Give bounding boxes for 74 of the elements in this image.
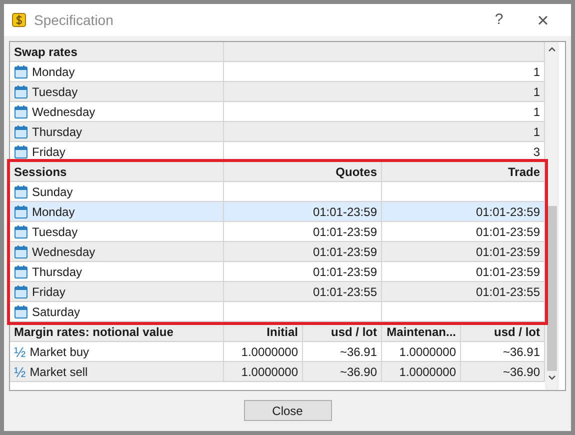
table-cell-text: 1.0000000 [399,344,456,360]
table-cell-text: ~36.90 [340,364,377,380]
table-cell-text: 01:01-23:59 [476,244,540,260]
row-label: Thursday [32,264,82,280]
table-cell-text: ~36.91 [340,344,377,360]
calendar-icon [14,104,28,118]
table-cell-text: ~36.90 [502,364,540,380]
row-label: Wednesday [32,104,96,120]
table-cell-text: 01:01-23:59 [476,264,540,280]
row-label: Thursday [32,124,82,140]
section-title: Swap rates [14,44,78,60]
column-header: Trade [508,164,540,180]
session-row[interactable]: Monday 01:01-23:59 01:01-23:59 [10,202,545,222]
row-label: Saturday [32,304,80,320]
session-row[interactable]: Thursday 01:01-23:59 01:01-23:59 [10,262,545,282]
row-label: Tuesday [32,84,78,100]
row-label: Monday [32,204,75,220]
scrollbar[interactable] [545,42,559,390]
table-cell-text: 1 [533,64,540,80]
row-label: Monday [32,64,75,80]
table-cell-text: 01:01-23:55 [476,284,540,300]
table-cell-text: 01:01-23:59 [312,224,377,240]
section-title: Sessions [14,164,67,180]
column-header: Initial [266,324,298,340]
help-button[interactable]: ? [483,6,515,34]
fraction-icon: ½ [14,364,26,378]
dollar-icon [12,13,26,27]
calendar-icon [14,264,28,278]
close-dialog-button[interactable]: Close [244,400,332,421]
section-title: Margin rates: notional value [14,324,174,340]
session-row[interactable]: Tuesday 01:01-23:59 01:01-23:59 [10,222,545,242]
calendar-icon [14,64,28,78]
row-label: Sunday [32,184,73,200]
row-label: Friday [32,284,66,300]
session-row[interactable]: Sunday [10,182,545,202]
calendar-icon [14,184,28,198]
table-cell-text: 01:01-23:59 [476,224,540,240]
session-row[interactable]: Saturday [10,302,545,322]
scrollbar-thumb[interactable] [547,206,557,371]
table-cell-text: 1 [533,104,540,120]
table-cell-text: 01:01-23:55 [312,284,377,300]
calendar-icon [14,144,28,158]
row-label: Market buy [30,344,90,360]
column-header: Quotes [336,164,377,180]
row-label: Tuesday [32,224,78,240]
table-cell-text: 01:01-23:59 [476,204,540,220]
calendar-icon [14,224,28,238]
table-cell-text: 01:01-23:59 [312,204,377,220]
calendar-icon [14,284,28,298]
row-label: Friday [32,144,66,160]
table-cell-text: 1.0000000 [399,364,456,380]
calendar-icon [14,84,28,98]
table-cell-text: 3 [533,144,540,160]
table-cell-text: ~36.91 [502,344,540,360]
column-header: Maintenan... [386,324,456,340]
table-cell-text: 1.0000000 [241,344,298,360]
calendar-icon [14,244,28,258]
session-row[interactable]: Wednesday 01:01-23:59 01:01-23:59 [10,242,545,262]
calendar-icon [14,204,28,218]
calendar-icon [14,304,28,318]
table-cell-text: 1 [533,84,540,100]
row-label: Market sell [30,364,88,380]
column-header: usd / lot [331,324,377,340]
window-title: Specification [34,10,114,30]
table-cell-text: 01:01-23:59 [312,264,377,280]
table-cell-text: 1 [533,124,540,140]
close-button[interactable]: × [523,6,563,34]
table-cell-text: 1.0000000 [241,364,298,380]
session-row[interactable]: Friday 01:01-23:55 01:01-23:55 [10,282,545,302]
fraction-icon: ½ [14,344,26,358]
calendar-icon [14,124,28,138]
column-header: usd / lot [494,324,540,340]
table-cell-text: 01:01-23:59 [312,244,377,260]
row-label: Wednesday [32,244,96,260]
